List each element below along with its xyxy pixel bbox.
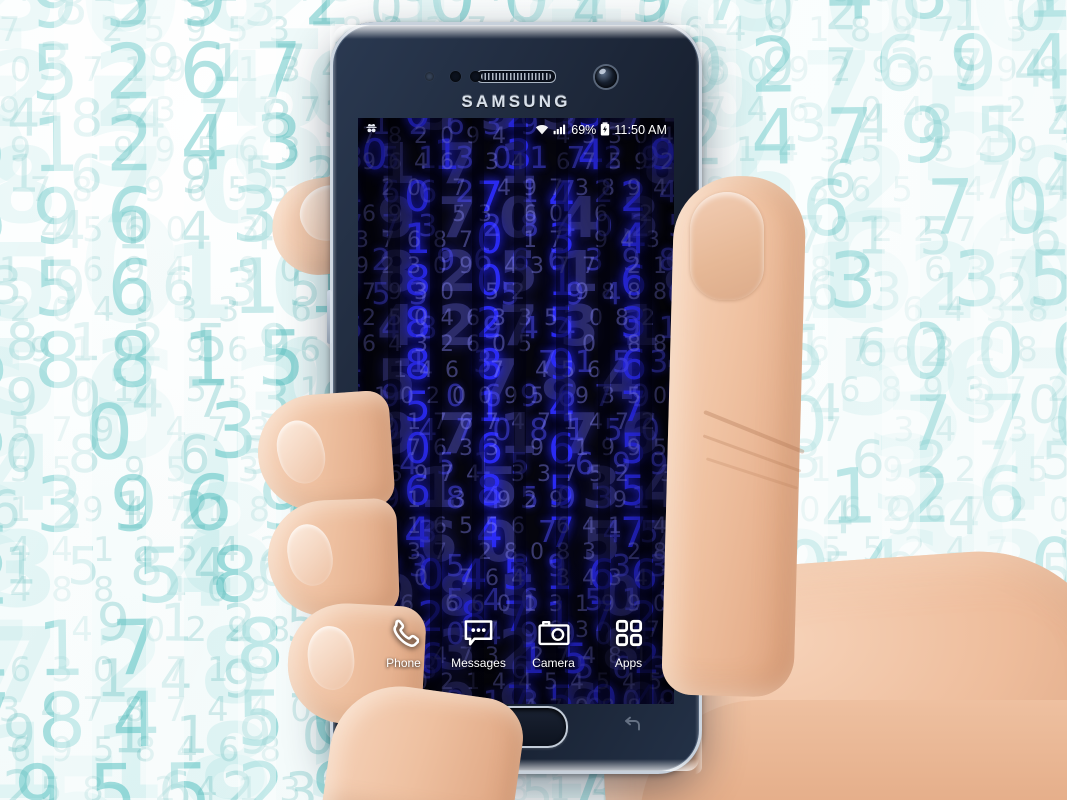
home-screen-dock: Phone Messages Camera Apps — [358, 616, 674, 694]
incognito-icon — [365, 122, 378, 138]
dock-label-messages: Messages — [451, 656, 506, 670]
battery-icon — [600, 121, 610, 139]
screenshot-stage: 2021486005926 558489 5 683 10 31 665637 … — [0, 0, 1067, 800]
battery-percent-label: 69% — [571, 123, 597, 137]
rim-bottom-gloss — [333, 759, 699, 771]
dock-item-camera[interactable]: Camera — [517, 616, 591, 670]
message-bubble-icon — [463, 616, 494, 650]
apps-grid-icon — [615, 616, 643, 650]
rim-top-gloss — [333, 25, 699, 39]
dock-label-apps: Apps — [614, 656, 643, 670]
dock-item-apps[interactable]: Apps — [592, 616, 666, 670]
status-bar-notifications[interactable] — [365, 122, 378, 138]
phone-handset-icon — [389, 616, 419, 650]
signal-bars-icon — [553, 123, 567, 138]
status-bar-clock: 11:50 AM — [614, 123, 667, 137]
status-bar[interactable]: 69% 11:50 AM — [358, 118, 674, 142]
status-bar-indicators[interactable]: 69% 11:50 AM — [535, 121, 667, 139]
samsung-phone: 5 33534672 6171 83450 0970432518 08251 8… — [327, 22, 702, 774]
dock-label-phone: Phone — [386, 656, 421, 670]
camera-icon — [537, 616, 570, 650]
dock-item-phone[interactable]: Phone — [367, 616, 441, 670]
wifi-icon — [535, 123, 549, 138]
dock-label-camera: Camera — [532, 656, 575, 670]
dock-item-messages[interactable]: Messages — [442, 616, 516, 670]
